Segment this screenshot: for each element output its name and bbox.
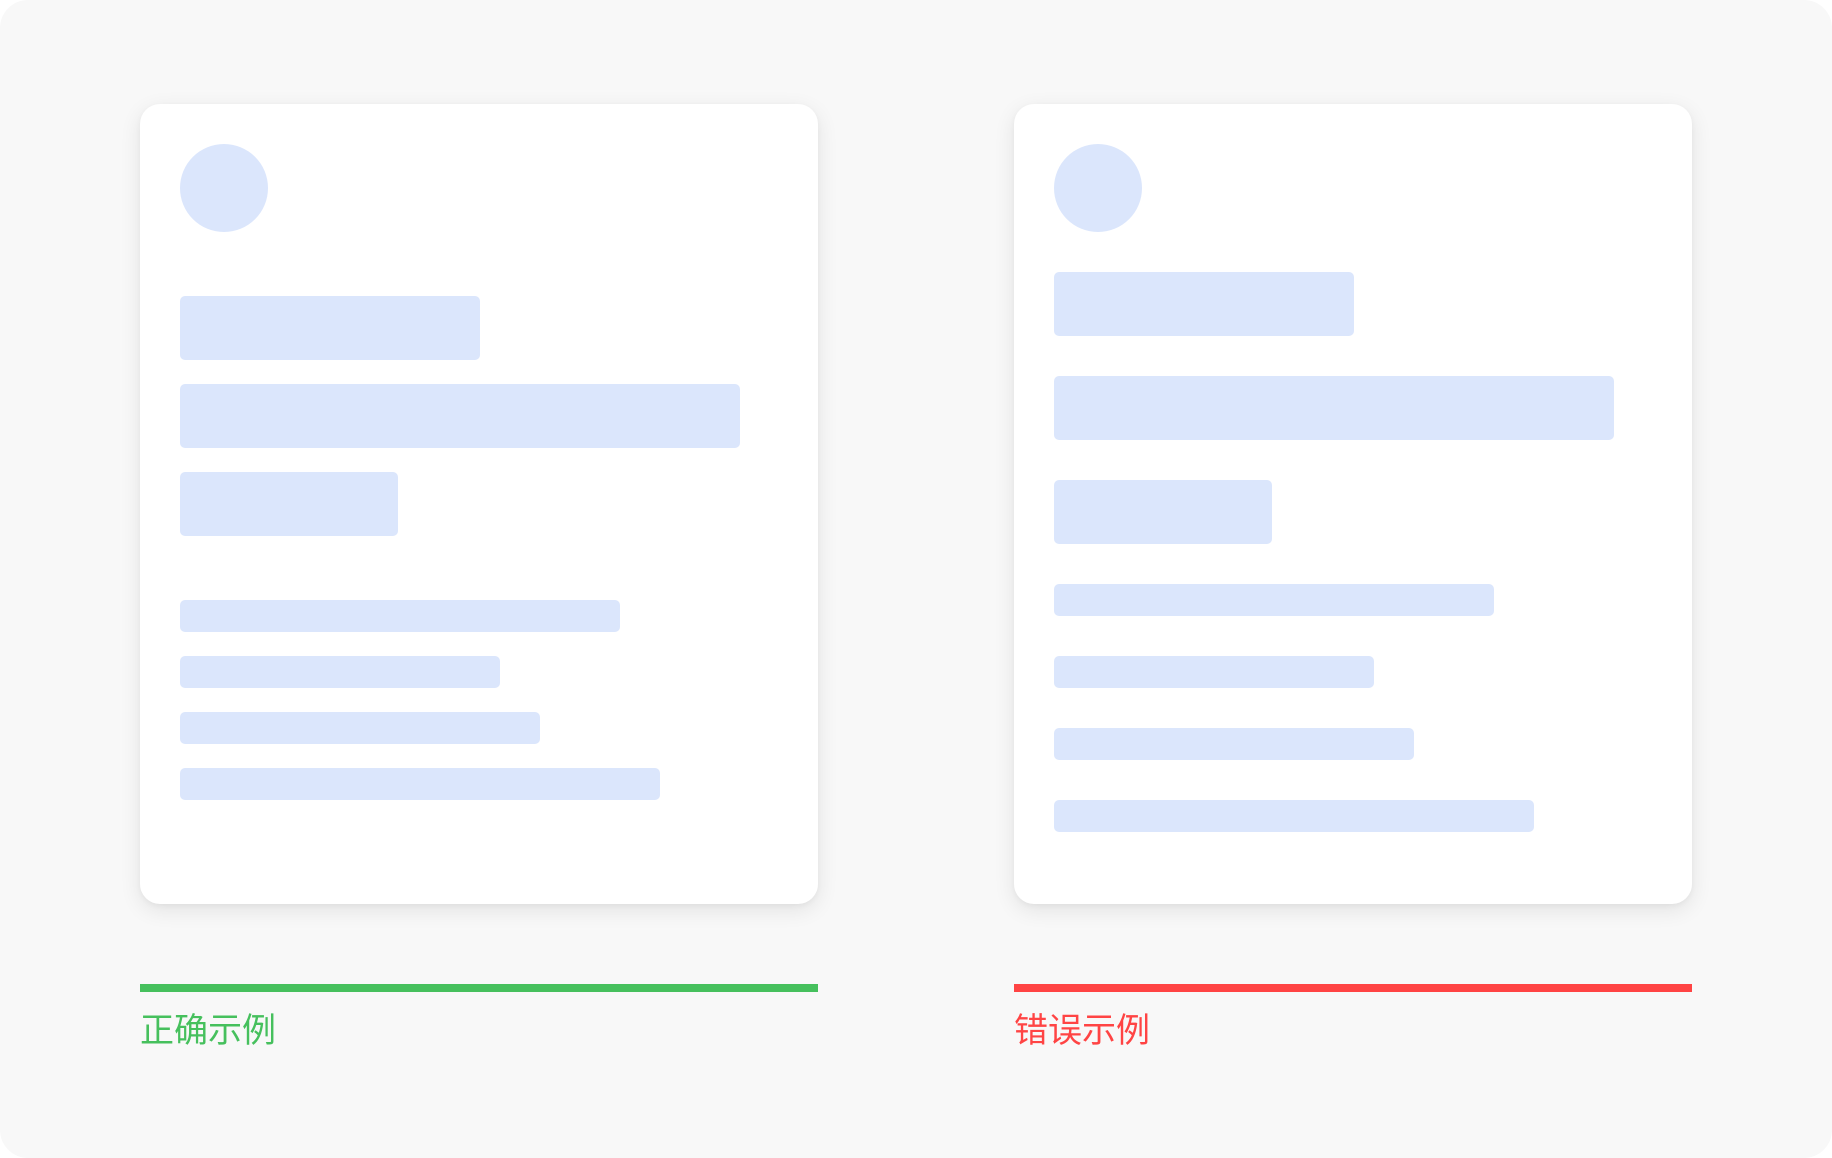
wrong-example-card bbox=[1014, 104, 1692, 904]
text-line-placeholder-3 bbox=[1054, 728, 1414, 760]
text-line-placeholder-2 bbox=[1054, 656, 1374, 688]
text-line-placeholder-3 bbox=[180, 712, 540, 744]
text-line-placeholder-2 bbox=[180, 656, 500, 688]
correct-example-label: 正确示例 bbox=[140, 1011, 276, 1051]
text-line-placeholder-1 bbox=[180, 600, 620, 632]
text-line-placeholder-4 bbox=[1054, 800, 1534, 832]
title-placeholder-2 bbox=[180, 384, 740, 448]
correct-indicator-bar bbox=[140, 984, 818, 992]
title-placeholder-1 bbox=[180, 296, 480, 360]
avatar-placeholder bbox=[180, 144, 268, 232]
correct-example-card bbox=[140, 104, 818, 904]
title-placeholder-2 bbox=[1054, 376, 1614, 440]
title-placeholder-1 bbox=[1054, 272, 1354, 336]
text-line-placeholder-4 bbox=[180, 768, 660, 800]
wrong-example-label: 错误示例 bbox=[1014, 1011, 1150, 1051]
wrong-indicator-bar bbox=[1014, 984, 1692, 992]
text-line-placeholder-1 bbox=[1054, 584, 1494, 616]
avatar-placeholder bbox=[1054, 144, 1142, 232]
title-placeholder-3 bbox=[180, 472, 398, 536]
title-placeholder-3 bbox=[1054, 480, 1272, 544]
canvas: 正确示例 错误示例 bbox=[0, 0, 1832, 1158]
